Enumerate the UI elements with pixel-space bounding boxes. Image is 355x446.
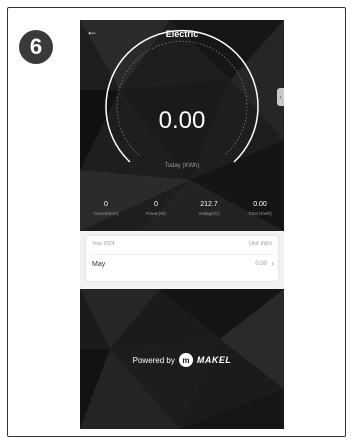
phone-screen: ← Electric ‹ 0.00 Today (KWh) 0 Current(… [80, 20, 284, 429]
stat-voltage: 212.7 Voltage(V) [187, 201, 231, 216]
history-card: Year 2024 Unit: kW.h May 0.00 › [86, 236, 278, 281]
step-number-badge: 6 [19, 30, 53, 64]
stat-value: 212.7 [200, 201, 218, 208]
stat-current: 0 Current(mA) [84, 201, 128, 216]
month-label[interactable]: May [92, 261, 105, 268]
divider [90, 254, 274, 255]
brand-logo-icon: m [178, 353, 193, 367]
stat-value: 0 [104, 201, 108, 208]
stat-value: 0 [154, 201, 158, 208]
stat-label: Current(mA) [93, 211, 119, 216]
energy-value: 0.00 [158, 107, 206, 134]
meter-panel: ← Electric ‹ 0.00 Today (KWh) 0 Current(… [80, 20, 284, 231]
powered-by: Powered by m MAKEL [80, 353, 284, 367]
stat-value: 0.00 [253, 201, 267, 208]
month-value[interactable]: 0.00 [255, 261, 267, 267]
stat-label: Total (KWh) [248, 211, 272, 216]
chevron-right-icon[interactable]: › [271, 259, 274, 268]
brand-name: MAKEL [196, 355, 232, 365]
powered-by-label: Powered by [132, 355, 175, 365]
stats-row: 0 Current(mA) 0 Power(W) 212.7 Voltage(V… [80, 201, 284, 225]
energy-label: Today (KWh) [164, 163, 200, 169]
stat-label: Power(W) [146, 211, 166, 216]
stat-total: 0.00 Total (KWh) [238, 201, 282, 216]
footer-panel: Powered by m MAKEL [80, 289, 284, 429]
history-year: Year 2024 [92, 241, 115, 247]
history-unit: Unit: kW.h [249, 241, 272, 247]
stat-power: 0 Power(W) [134, 201, 178, 216]
stat-label: Voltage(V) [198, 211, 220, 216]
